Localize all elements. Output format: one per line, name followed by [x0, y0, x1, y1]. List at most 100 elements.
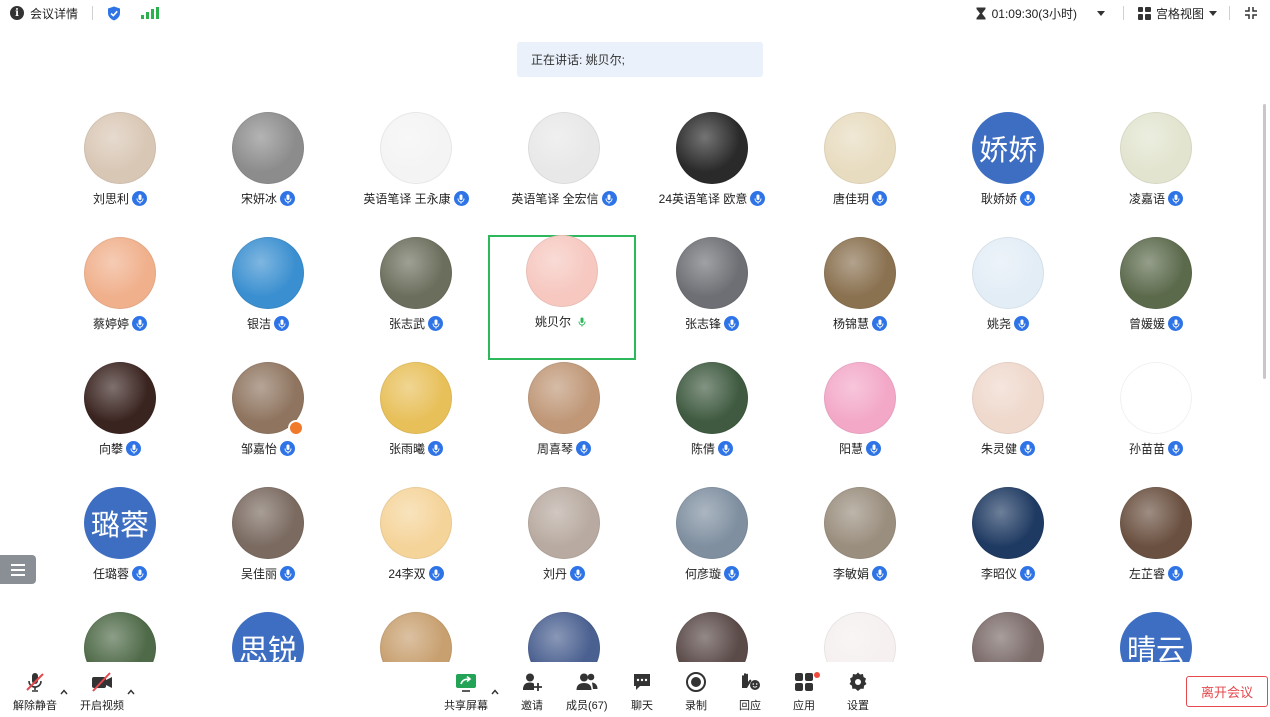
avatar	[380, 112, 452, 184]
participant-tile[interactable]: 李昭仪	[934, 487, 1082, 612]
participant-tile[interactable]: 左芷睿	[1082, 487, 1230, 612]
mic-icon	[1168, 191, 1183, 206]
scrollbar[interactable]	[1263, 104, 1266, 379]
participant-tile[interactable]: 英语笔译 王永康	[342, 112, 490, 237]
participant-tile[interactable]	[342, 612, 490, 662]
participant-name: 刘丹	[542, 567, 567, 581]
mic-icon	[872, 566, 887, 581]
participant-name: 姚贝尔	[534, 315, 571, 329]
record-button[interactable]: 录制	[684, 670, 708, 713]
participant-name: 耿娇娇	[980, 192, 1017, 206]
participant-name-row: 姚尧	[934, 315, 1082, 332]
participant-tile[interactable]	[786, 612, 934, 662]
participant-name-row: 吴佳丽	[194, 565, 342, 582]
members-button[interactable]: 成员(67)	[566, 670, 608, 713]
participant-tile[interactable]: 姚尧	[934, 237, 1082, 362]
chevron-up-icon[interactable]	[491, 688, 499, 696]
mic-icon	[280, 566, 295, 581]
share-screen-button[interactable]: 共享屏幕	[444, 670, 488, 713]
mic-icon	[570, 566, 585, 581]
avatar	[380, 487, 452, 559]
participant-tile[interactable]: 银洁	[194, 237, 342, 362]
participant-tile[interactable]: 陈倩	[638, 362, 786, 487]
participant-tile[interactable]: 李敏娟	[786, 487, 934, 612]
mic-icon	[1168, 566, 1183, 581]
list-toggle-button[interactable]	[0, 555, 36, 584]
mic-icon	[724, 316, 739, 331]
participant-name: 孙苗苗	[1128, 442, 1165, 456]
notification-dot	[814, 672, 820, 678]
participant-tile[interactable]: 张志锋	[638, 237, 786, 362]
chevron-up-icon[interactable]	[60, 688, 68, 696]
reaction-hand-icon	[738, 670, 762, 694]
unmute-button[interactable]: 解除静音	[13, 670, 57, 713]
participant-tile[interactable]	[934, 612, 1082, 662]
participant-tile[interactable]: 孙苗苗	[1082, 362, 1230, 487]
avatar	[528, 112, 600, 184]
participant-tile[interactable]: 邹嘉怡	[194, 362, 342, 487]
participant-tile[interactable]: 娇娇 耿娇娇	[934, 112, 1082, 237]
avatar	[84, 237, 156, 309]
avatar	[676, 612, 748, 662]
participant-name: 张志武	[388, 317, 425, 331]
participant-tile[interactable]: 唐佳玥	[786, 112, 934, 237]
participant-tile[interactable]: 向攀	[46, 362, 194, 487]
avatar	[972, 612, 1044, 662]
participant-tile[interactable]: 凌嘉语	[1082, 112, 1230, 237]
participant-tile[interactable]	[638, 612, 786, 662]
chat-button[interactable]: 聊天	[630, 670, 654, 713]
participant-tile[interactable]: 阳慧	[786, 362, 934, 487]
participant-name-row: 向攀	[46, 440, 194, 457]
avatar: 思锐	[232, 612, 304, 662]
avatar	[232, 487, 304, 559]
participant-tile[interactable]	[490, 612, 638, 662]
avatar: 璐蓉	[84, 487, 156, 559]
participant-tile[interactable]: 刘思利	[46, 112, 194, 237]
participant-tile[interactable]: 曾媛媛	[1082, 237, 1230, 362]
participant-tile[interactable]: 晴云	[1082, 612, 1230, 662]
participant-tile[interactable]: 英语笔译 全宏信	[490, 112, 638, 237]
avatar	[676, 112, 748, 184]
mic-icon	[126, 441, 141, 456]
participant-tile[interactable]: 宋妍冰	[194, 112, 342, 237]
participant-tile[interactable]: 刘丹	[490, 487, 638, 612]
participant-tile[interactable]: 24英语笔译 欧意	[638, 112, 786, 237]
participant-name: 周喜琴	[536, 442, 573, 456]
participant-tile[interactable]: 璐蓉 任璐蓉	[46, 487, 194, 612]
participant-tile[interactable]: 杨锦慧	[786, 237, 934, 362]
invite-button[interactable]: 邀请	[520, 670, 544, 713]
avatar	[1120, 112, 1192, 184]
participant-tile[interactable]: 张志武	[342, 237, 490, 362]
participant-tile[interactable]: 24李双	[342, 487, 490, 612]
participant-tile-active-speaker[interactable]: 姚贝尔	[488, 235, 636, 360]
participant-tile[interactable]: 思锐	[194, 612, 342, 662]
unmute-label: 解除静音	[13, 700, 57, 712]
settings-button[interactable]: 设置	[846, 670, 870, 713]
avatar	[528, 612, 600, 662]
mic-icon	[428, 566, 444, 581]
leave-meeting-button[interactable]: 离开会议	[1186, 676, 1268, 707]
participant-tile[interactable]: 蔡婷婷	[46, 237, 194, 362]
participant-tile[interactable]: 张雨曦	[342, 362, 490, 487]
participant-name-row: 李昭仪	[934, 565, 1082, 582]
invite-label: 邀请	[521, 700, 543, 712]
chevron-up-icon[interactable]	[127, 688, 135, 696]
participant-name-row: 姚贝尔	[488, 313, 636, 330]
start-video-button[interactable]: 开启视频	[80, 670, 124, 713]
participant-tile[interactable]: 何彦璇	[638, 487, 786, 612]
avatar	[380, 362, 452, 434]
participant-tile[interactable]	[46, 612, 194, 662]
apps-button[interactable]: 应用	[792, 670, 816, 713]
reactions-button[interactable]: 回应	[738, 670, 762, 713]
participant-tile[interactable]: 朱灵健	[934, 362, 1082, 487]
mic-icon	[1020, 566, 1035, 581]
avatar	[824, 112, 896, 184]
mic-icon	[750, 191, 766, 206]
participant-name-row: 张志锋	[638, 315, 786, 332]
participant-tile[interactable]: 周喜琴	[490, 362, 638, 487]
participant-tile[interactable]: 吴佳丽	[194, 487, 342, 612]
participant-name: 凌嘉语	[1128, 192, 1165, 206]
avatar	[232, 237, 304, 309]
mic-icon	[872, 316, 887, 331]
participant-name-row: 英语笔译 王永康	[342, 190, 490, 207]
